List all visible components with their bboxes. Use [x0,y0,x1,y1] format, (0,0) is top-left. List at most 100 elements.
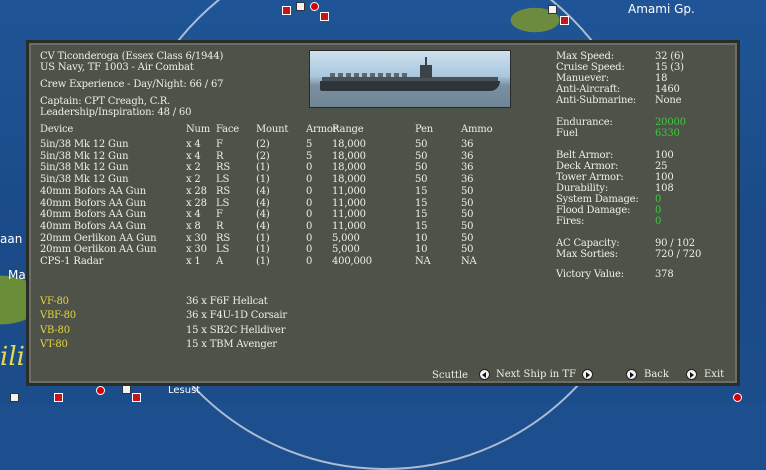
table-cell-ammo: 50 [461,209,474,221]
map-unit-marker[interactable] [10,393,19,402]
table-cell-armor: 0 [306,220,313,232]
table-cell-mount: (1) [256,232,270,244]
col-mount: Mount [256,124,289,135]
table-cell-mount: (4) [256,220,270,232]
table-cell-num: x 2 [186,174,201,186]
table-cell-device: CPS-1 Radar [40,256,104,267]
table-cell-face: RS [216,162,230,174]
table-cell-num: x 8 [186,220,201,232]
stat-label-victory-value: Victory Value: [556,269,624,280]
stat-label-anti-aircraft: Anti-Aircraft: [556,84,621,95]
col-face: Face [216,124,239,135]
table-cell-pen: 10 [415,232,428,244]
stat-value-cruise-speed: 15 (3) [655,62,684,73]
stat-value-maneuver: 18 [655,73,668,84]
squadron-name[interactable]: VT-80 [40,339,68,350]
stat-label-maneuver: Manuever: [556,73,609,84]
map-unit-marker[interactable] [122,385,131,394]
exit-label: Exit [704,369,725,380]
table-cell-num: x 1 [186,256,201,267]
map-unit-marker[interactable] [132,393,141,402]
squadron-aircraft: 15 x TBM Avenger [186,338,277,350]
table-cell-mount: (1) [256,162,270,174]
exit-button[interactable]: Exit [686,369,724,380]
scuttle-button[interactable]: Scuttle [432,370,468,381]
map-label-left-1: aan [0,232,23,246]
map-unit-marker[interactable] [296,2,305,11]
table-cell-pen: 10 [415,244,428,256]
table-cell-range: 18,000 [332,150,366,162]
table-cell-ammo: 50 [461,220,474,232]
map-base-marker[interactable] [310,2,319,11]
squadron-name[interactable]: VB-80 [40,325,70,336]
table-cell-ammo: 36 [461,174,474,186]
stat-label-anti-submarine: Anti-Submarine: [556,95,637,106]
table-cell-face: RS [216,232,230,244]
stat-value-fires: 0 [655,216,662,227]
stat-value-belt-armor: 100 [655,150,674,161]
squadron-aircraft: 15 x SB2C Helldiver [186,324,286,336]
ship-name: CV Ticonderoga (Essex Class 6/1944) [40,51,224,62]
back-label: Back [644,369,669,380]
map-unit-marker[interactable] [320,12,329,21]
table-cell-armor: 0 [306,197,313,209]
stat-value-max-sorties: 720 / 720 [655,249,702,260]
table-cell-armor: 5 [306,150,313,162]
table-cell-device: 5in/38 Mk 12 Gun [40,139,129,150]
table-cell-num: x 28 [186,185,207,197]
squadron-name[interactable]: VF-80 [40,296,69,307]
squadron-aircraft: 36 x F6F Hellcat [186,296,268,307]
map-unit-marker[interactable] [54,393,63,402]
map-base-marker[interactable] [96,386,105,395]
table-cell-range: 11,000 [332,220,366,232]
stat-label-durability: Durability: [556,183,609,194]
back-arrow-icon [626,369,637,380]
squadron-name[interactable]: VBF-80 [40,310,76,321]
table-cell-armor: 0 [306,232,313,244]
back-button[interactable]: Back [626,369,669,380]
table-cell-mount: (4) [256,209,270,221]
next-arrow-icon[interactable] [582,369,593,380]
table-cell-pen: 50 [415,174,428,186]
table-cell-mount: (1) [256,256,270,267]
previous-arrow-icon[interactable] [479,369,490,380]
stat-value-anti-submarine: None [655,95,682,106]
table-cell-range: 18,000 [332,162,366,174]
table-cell-armor: 0 [306,244,313,256]
table-cell-num: x 30 [186,244,207,256]
table-cell-mount: (4) [256,197,270,209]
table-cell-ammo: 36 [461,162,474,174]
table-cell-armor: 5 [306,139,313,150]
table-cell-armor: 0 [306,209,313,221]
map-base-marker[interactable] [733,393,742,402]
col-device: Device [40,124,74,135]
table-cell-mount: (2) [256,150,270,162]
table-cell-device: 5in/38 Mk 12 Gun [40,150,129,162]
table-cell-range: 11,000 [332,197,366,209]
map-label-left-2: Ma [8,268,26,282]
captain[interactable]: Captain: CPT Creagh, C.R. [40,96,170,107]
table-cell-num: x 2 [186,162,201,174]
exit-arrow-icon [686,369,697,380]
table-cell-range: 11,000 [332,209,366,221]
stat-label-tower-armor: Tower Armor: [556,172,624,183]
map-label-amami: Amami Gp. [628,2,695,16]
table-cell-num: x 28 [186,197,207,209]
map-unit-marker[interactable] [282,6,291,15]
table-cell-pen: 50 [415,150,428,162]
map-unit-marker[interactable] [560,16,569,25]
leadership: Leadership/Inspiration: 48 / 60 [40,107,192,118]
map-label-bottom: Lesust [168,385,201,396]
map-unit-marker[interactable] [548,5,557,14]
map-label-bottom-left: ili [0,342,25,372]
table-cell-pen: 50 [415,139,428,150]
table-cell-face: LS [216,197,230,209]
stat-value-ac-capacity: 90 / 102 [655,238,695,249]
table-cell-num: x 4 [186,150,201,162]
table-cell-range: 5,000 [332,244,360,256]
stat-value-anti-aircraft: 1460 [655,84,680,95]
next-ship-button[interactable]: Next Ship in TF [479,369,593,380]
table-cell-device: 20mm Oerlikon AA Gun [40,244,157,256]
stat-value-deck-armor: 25 [655,161,668,172]
table-cell-pen: NA [415,256,431,267]
